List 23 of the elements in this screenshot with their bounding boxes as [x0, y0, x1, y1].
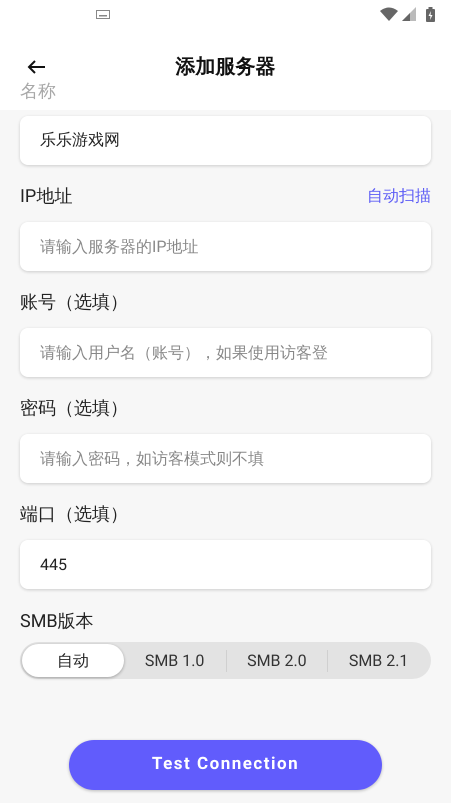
keyboard-icon: [96, 10, 110, 18]
signal-icon: [402, 7, 416, 21]
auto-scan-link[interactable]: 自动扫描: [367, 184, 431, 208]
input-field[interactable]: 乐乐游戏网: [20, 116, 431, 165]
wifi-icon: [380, 7, 398, 21]
input-field[interactable]: 请输入服务器的IP地址: [20, 222, 431, 271]
smb-version-label: SMB版本: [20, 610, 95, 632]
input-field[interactable]: 请输入用户名（账号），如果使用访客登: [20, 328, 431, 377]
field-label: IP地址: [20, 184, 72, 208]
field-label: 账号（选填）: [20, 290, 128, 314]
page-title: 添加服务器: [176, 53, 276, 80]
segment-option[interactable]: SMB 2.1: [328, 644, 429, 677]
test-connection-button[interactable]: Test Connection: [69, 740, 382, 790]
back-arrow-icon[interactable]: [27, 60, 45, 74]
segment-option[interactable]: 自动: [22, 644, 124, 677]
field-label: 名称: [20, 80, 56, 104]
input-field[interactable]: 请输入密码，如访客模式则不填: [20, 434, 431, 483]
field-label: 端口（选填）: [20, 502, 128, 526]
segment-option[interactable]: SMB 2.0: [226, 644, 328, 677]
battery-icon: [426, 6, 435, 22]
segment-option[interactable]: SMB 1.0: [124, 644, 226, 677]
input-field[interactable]: 445: [20, 540, 431, 589]
field-label: 密码（选填）: [20, 396, 128, 420]
